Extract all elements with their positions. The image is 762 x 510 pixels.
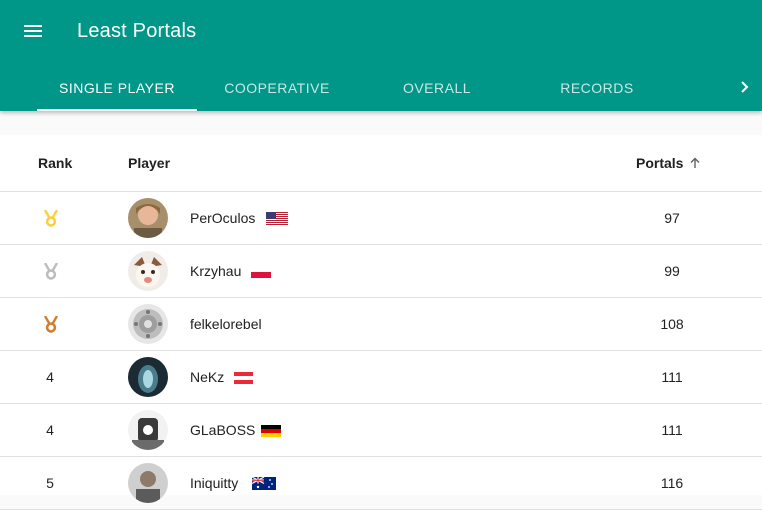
table-header: Rank Player Portals <box>0 135 762 192</box>
player-name[interactable]: felkelorebel <box>190 316 262 332</box>
table-row[interactable]: felkelorebel 108 <box>0 298 762 351</box>
portal-count: 97 <box>664 210 680 226</box>
tab-records[interactable]: RECORDS <box>517 64 677 111</box>
table-row[interactable]: Krzyhau 99 <box>0 245 762 298</box>
portal-count: 111 <box>661 369 683 385</box>
chevron-right-icon[interactable] <box>736 76 754 98</box>
column-header-rank: Rank <box>38 155 73 171</box>
tab-overall[interactable]: OVERALL <box>357 64 517 111</box>
rank-value: 4 <box>46 422 54 438</box>
avatar[interactable] <box>128 304 168 344</box>
app-bar: Least Portals SINGLE PLAYER COOPERATIVE … <box>0 0 762 111</box>
portal-count: 108 <box>660 316 684 332</box>
tab-bar: SINGLE PLAYER COOPERATIVE OVERALL RECORD… <box>37 64 677 111</box>
flag-au-icon <box>252 477 276 490</box>
medal-icon <box>43 316 59 333</box>
arrow-up-icon[interactable] <box>689 157 701 169</box>
player-name[interactable]: Krzyhau <box>190 263 241 279</box>
player-name[interactable]: Iniquitty <box>190 475 238 491</box>
flag-pl-icon <box>251 266 271 278</box>
medal-icon <box>43 210 59 227</box>
column-header-portals[interactable]: Portals <box>636 155 701 171</box>
avatar[interactable] <box>128 410 168 450</box>
avatar[interactable] <box>128 463 168 503</box>
flag-at-icon <box>234 372 253 384</box>
menu-icon[interactable] <box>16 18 50 46</box>
table-row[interactable]: PerOculos 97 <box>0 192 762 245</box>
column-header-portals-label: Portals <box>636 155 684 171</box>
avatar[interactable] <box>128 198 168 238</box>
portal-count: 111 <box>661 422 683 438</box>
table-row[interactable]: 4 NeKz 111 <box>0 351 762 404</box>
player-name[interactable]: NeKz <box>190 369 224 385</box>
portal-count: 116 <box>660 475 684 491</box>
app-title: Least Portals <box>77 20 197 42</box>
avatar[interactable] <box>128 251 168 291</box>
tab-single-player[interactable]: SINGLE PLAYER <box>37 64 197 111</box>
tab-cooperative[interactable]: COOPERATIVE <box>197 64 357 111</box>
leaderboard-table: Rank Player Portals PerOculos 97 Krzyhau… <box>0 135 762 510</box>
rank-value: 5 <box>46 475 54 491</box>
player-name[interactable]: GLaBOSS <box>190 422 255 438</box>
flag-de-icon <box>261 425 281 437</box>
portal-count: 99 <box>664 263 680 279</box>
column-header-player: Player <box>128 155 171 171</box>
avatar[interactable] <box>128 357 168 397</box>
medal-icon <box>43 263 59 280</box>
flag-us-icon <box>266 212 288 225</box>
rank-value: 4 <box>46 369 54 385</box>
player-name[interactable]: PerOculos <box>190 210 255 226</box>
table-row[interactable]: 4 GLaBOSS 111 <box>0 404 762 457</box>
table-row[interactable]: 5 Iniquitty 116 <box>0 457 762 510</box>
